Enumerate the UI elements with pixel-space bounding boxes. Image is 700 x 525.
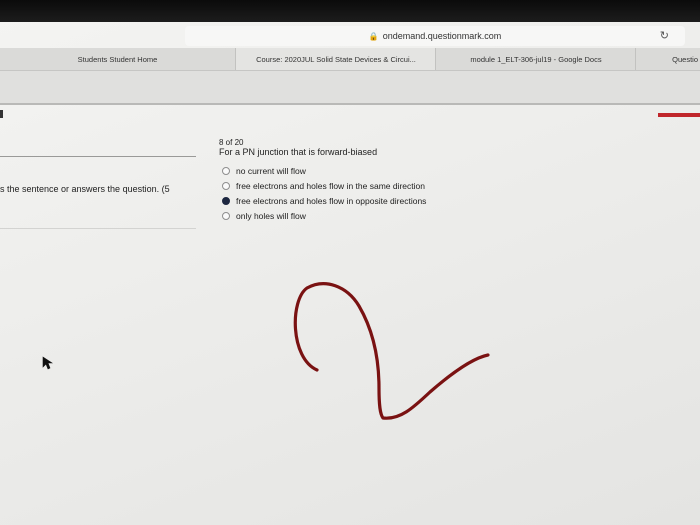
option-label: free electrons and holes flow in opposit… bbox=[236, 195, 427, 206]
url-text: ondemand.questionmark.com bbox=[382, 31, 502, 41]
tab-google-docs[interactable]: module 1_ELT-306-jul19 - Google Docs bbox=[435, 48, 636, 70]
question-counter: 8 of 20 bbox=[219, 138, 244, 147]
option-label: no current will flow bbox=[236, 165, 306, 176]
question-text: For a PN junction that is forward-biased bbox=[219, 147, 378, 157]
answer-option[interactable]: free electrons and holes flow in opposit… bbox=[222, 193, 426, 208]
lock-icon: 🔒 bbox=[368, 31, 379, 41]
answer-options: no current will flow free electrons and … bbox=[222, 163, 426, 223]
tab-label: Questio bbox=[672, 54, 698, 64]
left-marker bbox=[0, 110, 3, 118]
instructions-text: s the sentence or answers the question. … bbox=[0, 184, 170, 194]
tab-label: Students Student Home bbox=[77, 54, 158, 64]
tab-label: module 1_ELT-306-jul19 - Google Docs bbox=[470, 54, 602, 64]
radio-button[interactable] bbox=[222, 196, 230, 205]
screen: 🔒 ondemand.questionmark.com ↻ Students S… bbox=[0, 0, 700, 525]
instructions-divider bbox=[0, 228, 196, 229]
tab-label: Course: 2020JUL Solid State Devices & Ci… bbox=[256, 54, 416, 64]
tab-course[interactable]: Course: 2020JUL Solid State Devices & Ci… bbox=[235, 48, 436, 70]
option-label: free electrons and holes flow in the sam… bbox=[236, 180, 425, 191]
option-label: only holes will flow bbox=[236, 210, 306, 221]
handwritten-scribble bbox=[293, 282, 490, 420]
mouse-cursor-icon bbox=[42, 356, 53, 370]
reload-icon[interactable]: ↻ bbox=[660, 29, 669, 42]
radio-button[interactable] bbox=[222, 166, 230, 175]
left-divider bbox=[0, 156, 196, 157]
radio-button[interactable] bbox=[222, 181, 230, 190]
answer-option[interactable]: only holes will flow bbox=[222, 208, 426, 223]
page-toolbar bbox=[0, 71, 700, 105]
tab-students-home[interactable]: Students Student Home bbox=[0, 48, 235, 70]
tab-bar: Students Student Home Course: 2020JUL So… bbox=[0, 48, 700, 71]
radio-button[interactable] bbox=[222, 211, 230, 220]
answer-option[interactable]: free electrons and holes flow in the sam… bbox=[222, 178, 426, 193]
monitor-bezel bbox=[0, 0, 700, 22]
progress-accent-bar bbox=[658, 113, 700, 117]
tab-question[interactable]: Questio bbox=[635, 48, 700, 70]
answer-option[interactable]: no current will flow bbox=[222, 163, 426, 178]
address-bar[interactable]: 🔒 ondemand.questionmark.com ↻ bbox=[185, 26, 685, 46]
